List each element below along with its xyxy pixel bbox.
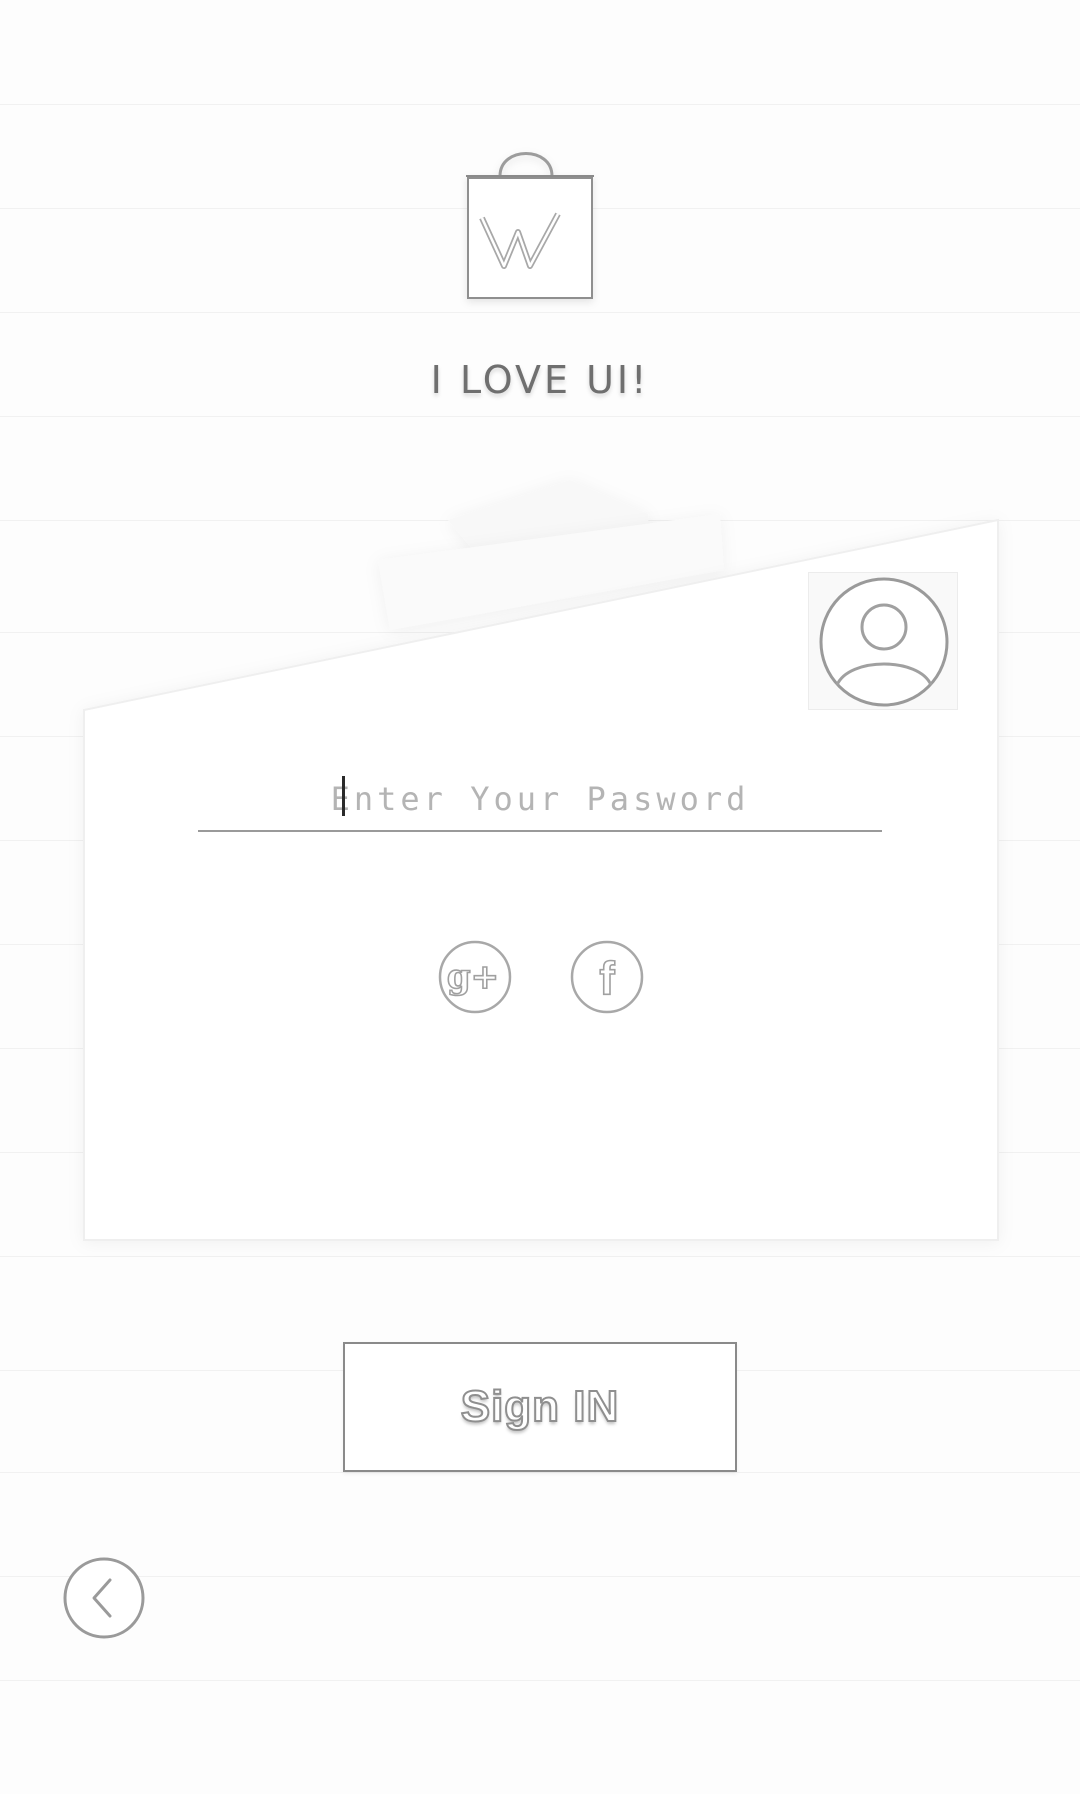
back-button[interactable] [62,1556,146,1640]
app-title: I LOVE UI! [430,358,650,402]
background-stripe [0,1576,1080,1577]
background-stripe [0,104,1080,105]
background-stripe [0,1680,1080,1681]
background-stripe [0,312,1080,313]
facebook-glyph: f [599,952,615,1004]
google-plus-glyph: g+ [447,957,499,997]
chevron-left-icon [62,1556,146,1640]
text-caret [342,776,345,816]
background-stripe [0,416,1080,417]
shopping-bag-w-icon [460,140,600,310]
password-input[interactable] [198,768,882,832]
facebook-button[interactable]: f [570,940,644,1014]
google-plus-button[interactable]: g+ [438,940,512,1014]
google-plus-icon: g+ [438,940,512,1014]
sign-in-button[interactable]: Sign IN [343,1342,737,1472]
sign-in-label: Sign IN [460,1381,620,1432]
facebook-icon: f [570,940,644,1014]
background-stripe [0,1472,1080,1473]
avatar-button[interactable] [808,572,958,710]
